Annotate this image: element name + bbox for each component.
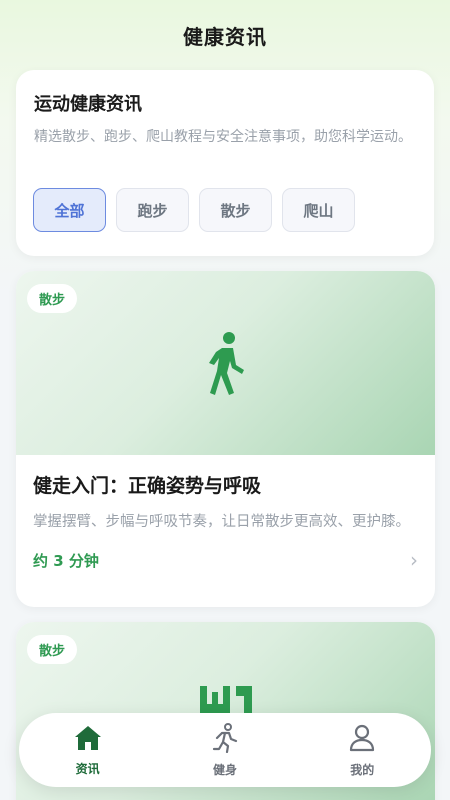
tab-profile[interactable]: 我的 (312, 723, 412, 778)
chevron-right-icon: › (410, 548, 418, 572)
user-icon (347, 723, 377, 757)
intro-title: 运动健康资讯 (34, 94, 142, 115)
article-banner: 散步 (16, 271, 435, 455)
tab-label: 资讯 (75, 761, 100, 776)
running-person-icon (210, 722, 240, 757)
article-card[interactable]: 散步 健走入门：正确姿势与呼吸 掌握摆臂、步幅与呼吸节奏，让日常散步更高效、更护… (16, 271, 435, 607)
filter-chip-running[interactable]: 跑步 (116, 188, 189, 232)
article-description: 掌握摆臂、步幅与呼吸节奏，让日常散步更高效、更护膝。 (33, 514, 410, 530)
read-time: 约 3 分钟 (33, 551, 99, 570)
intro-card: 运动健康资讯 精选散步、跑步、爬山教程与安全注意事项，助您科学运动。 全部 跑步… (16, 70, 434, 256)
tab-news[interactable]: 资讯 (38, 724, 138, 777)
tab-fitness[interactable]: 健身 (175, 722, 275, 778)
article-title: 健走入门：正确姿势与呼吸 (33, 475, 262, 497)
article-body: 健走入门：正确姿势与呼吸 掌握摆臂、步幅与呼吸节奏，让日常散步更高效、更护膝。 … (16, 455, 435, 586)
article-tag: 散步 (27, 284, 78, 313)
intro-description: 精选散步、跑步、爬山教程与安全注意事项，助您科学运动。 (34, 129, 412, 145)
bottom-tab-bar: 资讯 健身 我的 (19, 713, 431, 787)
walking-person-icon (205, 331, 247, 401)
filter-chip-walking[interactable]: 散步 (199, 188, 272, 232)
article-tag: 散步 (27, 635, 78, 664)
page-title: 健康资讯 (183, 24, 267, 49)
home-icon (73, 724, 103, 756)
filter-chip-hiking[interactable]: 爬山 (282, 188, 355, 232)
article-meta: 约 3 分钟 › (33, 548, 418, 572)
app-header: 健康资讯 (0, 0, 450, 70)
category-filters: 全部 跑步 散步 爬山 (33, 188, 355, 232)
tab-label: 健身 (212, 762, 237, 777)
filter-chip-all[interactable]: 全部 (33, 188, 106, 232)
tab-label: 我的 (350, 762, 375, 777)
